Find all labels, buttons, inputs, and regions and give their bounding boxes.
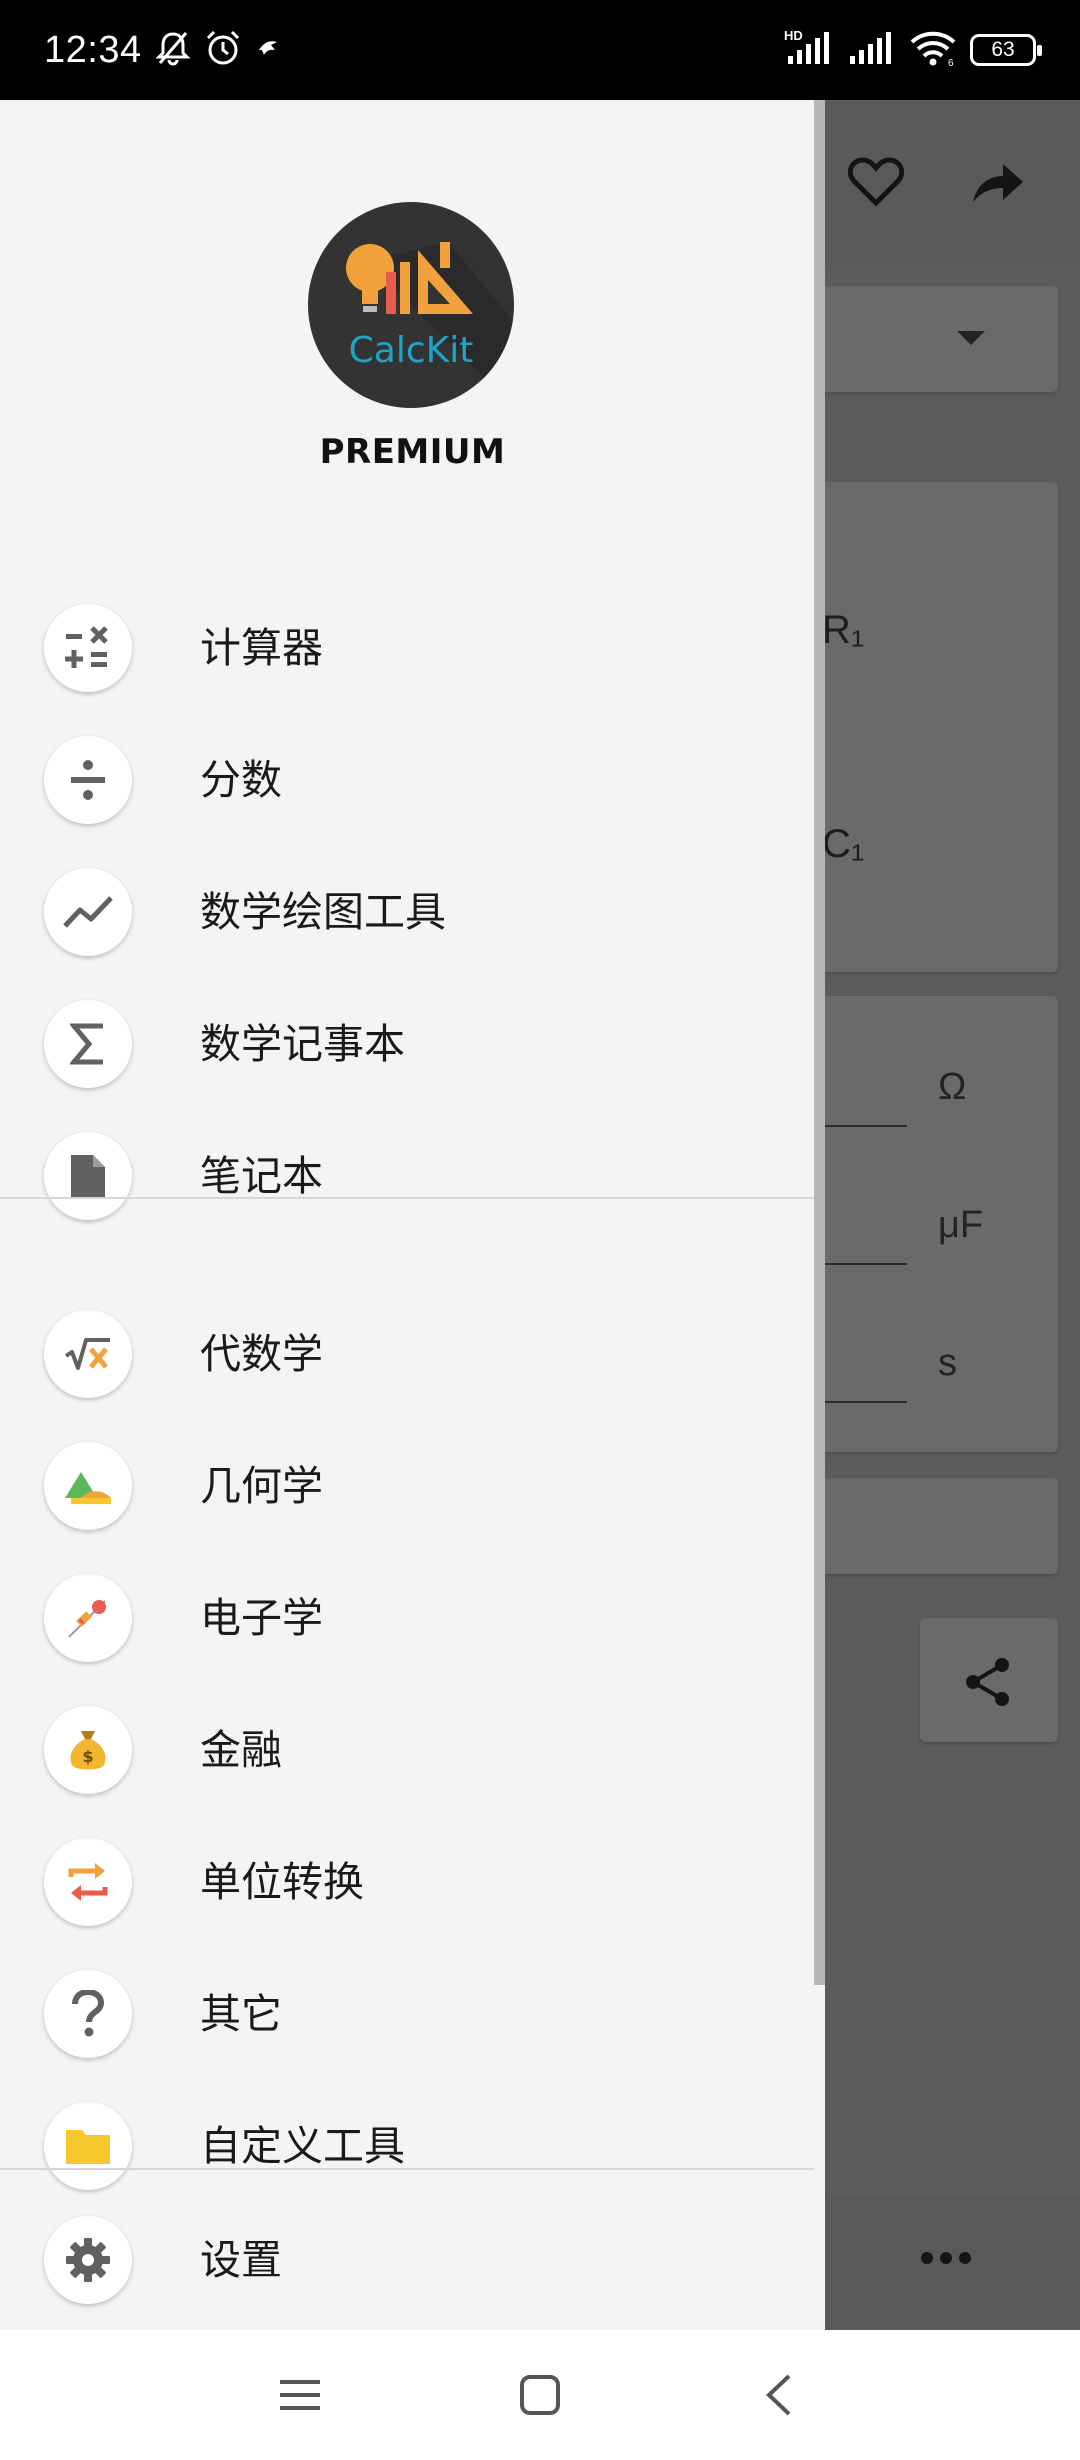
chevron-left-icon bbox=[766, 2374, 791, 2416]
menu-item-label: 自定义工具 bbox=[200, 2122, 405, 2170]
drawer-divider bbox=[0, 1197, 814, 1199]
background-input-underline bbox=[825, 1263, 907, 1265]
battery-indicator: 63 bbox=[970, 34, 1042, 66]
menu-item-graphing[interactable]: 数学绘图工具 bbox=[0, 846, 814, 978]
premium-badge: PREMIUM bbox=[319, 432, 506, 472]
menu-item-label: 其它 bbox=[200, 1990, 282, 2038]
menu-item-finance[interactable]: $ 金融 bbox=[0, 1684, 814, 1816]
menu-item-fractions[interactable]: 分数 bbox=[0, 714, 814, 846]
back-button[interactable] bbox=[718, 2330, 838, 2460]
more-dots-icon bbox=[916, 2238, 976, 2278]
background-unit-ohm: Ω bbox=[938, 1066, 967, 1108]
recents-menu-button[interactable] bbox=[240, 2330, 360, 2460]
background-input-underline bbox=[825, 1125, 907, 1127]
svg-text:6: 6 bbox=[948, 58, 954, 68]
background-result-card bbox=[810, 1478, 1058, 1574]
status-bar: 12:34 HD 6 63 bbox=[0, 0, 1080, 100]
svg-text:$: $ bbox=[82, 1747, 93, 1766]
square-home-icon bbox=[520, 2375, 560, 2415]
background-circuit-card bbox=[810, 482, 1058, 972]
menu-item-label: 设置 bbox=[200, 2236, 282, 2284]
background-input-underline bbox=[825, 1401, 907, 1403]
wifi-icon: 6 bbox=[908, 28, 958, 72]
heart-icon bbox=[846, 152, 906, 212]
menu-item-calculator[interactable]: 计算器 bbox=[0, 582, 814, 714]
background-inputs-card bbox=[810, 996, 1058, 1452]
home-button[interactable] bbox=[480, 2330, 600, 2460]
signal-hd-icon: HD bbox=[782, 28, 834, 72]
menu-item-label: 笔记本 bbox=[200, 1152, 323, 1200]
convert-arrows-icon bbox=[44, 1838, 132, 1926]
trend-line-icon bbox=[44, 868, 132, 956]
document-icon bbox=[44, 1132, 132, 1220]
hamburger-icon bbox=[280, 2380, 320, 2410]
background-label-r1: R₁ bbox=[822, 608, 865, 652]
share-icon bbox=[960, 1654, 1016, 1710]
dropdown-arrow-icon bbox=[954, 322, 988, 356]
resistor-led-icon bbox=[44, 1574, 132, 1662]
battery-level: 63 bbox=[991, 38, 1015, 61]
background-unit-seconds: s bbox=[938, 1342, 957, 1384]
menu-item-label: 计算器 bbox=[200, 624, 323, 672]
folder-icon bbox=[44, 2102, 132, 2190]
menu-item-custom-tools[interactable]: 自定义工具 bbox=[0, 2080, 814, 2212]
menu-item-settings[interactable]: 设置 bbox=[0, 2194, 814, 2326]
status-icons-right: HD 6 63 bbox=[782, 28, 1042, 72]
drawer-divider bbox=[0, 2168, 814, 2170]
triangle-ruler-icon bbox=[44, 1442, 132, 1530]
menu-item-label: 代数学 bbox=[200, 1330, 323, 1378]
share-arrow-icon bbox=[968, 152, 1028, 212]
drawer-scrollbar[interactable] bbox=[814, 100, 825, 1985]
app-logo-text: CalcKit bbox=[349, 330, 474, 371]
app-logo: CalcKit bbox=[308, 202, 514, 408]
menu-item-electronics[interactable]: 电子学 bbox=[0, 1552, 814, 1684]
question-icon bbox=[44, 1970, 132, 2058]
background-unit-microfarad: μF bbox=[938, 1204, 984, 1246]
signal-icon bbox=[846, 28, 896, 72]
status-time: 12:34 bbox=[44, 28, 142, 71]
menu-item-label: 电子学 bbox=[200, 1594, 323, 1642]
sigma-icon bbox=[44, 1000, 132, 1088]
system-navigation-bar bbox=[0, 2330, 1080, 2460]
mute-bell-icon bbox=[154, 30, 191, 70]
money-bag-icon: $ bbox=[44, 1706, 132, 1794]
menu-item-math-notepad[interactable]: 数学记事本 bbox=[0, 978, 814, 1110]
status-icons-left bbox=[154, 29, 280, 71]
menu-item-algebra[interactable]: 代数学 bbox=[0, 1288, 814, 1420]
svg-text:HD: HD bbox=[784, 28, 803, 43]
menu-item-label: 分数 bbox=[200, 756, 282, 804]
menu-item-label: 金融 bbox=[200, 1726, 282, 1774]
menu-item-others[interactable]: 其它 bbox=[0, 1948, 814, 2080]
gear-icon bbox=[44, 2216, 132, 2304]
menu-item-notebook[interactable]: 笔记本 bbox=[0, 1110, 814, 1242]
menu-item-geometry[interactable]: 几何学 bbox=[0, 1420, 814, 1552]
background-label-c1: C₁ bbox=[822, 822, 865, 866]
menu-item-unit-conversion[interactable]: 单位转换 bbox=[0, 1816, 814, 1948]
divide-icon bbox=[44, 736, 132, 824]
notification-bird-icon bbox=[256, 36, 280, 64]
navigation-drawer: CalcKit PREMIUM 计算器 分数 数学绘图工具 数学记事本 笔记本 … bbox=[0, 100, 825, 2330]
alarm-icon bbox=[204, 29, 242, 71]
background-dropdown-card bbox=[810, 286, 1058, 392]
calculator-icon bbox=[44, 604, 132, 692]
menu-item-label: 数学绘图工具 bbox=[200, 888, 446, 936]
sqrt-x-icon bbox=[44, 1310, 132, 1398]
menu-item-label: 几何学 bbox=[200, 1462, 323, 1510]
menu-item-label: 单位转换 bbox=[200, 1858, 364, 1906]
menu-item-label: 数学记事本 bbox=[200, 1020, 405, 1068]
